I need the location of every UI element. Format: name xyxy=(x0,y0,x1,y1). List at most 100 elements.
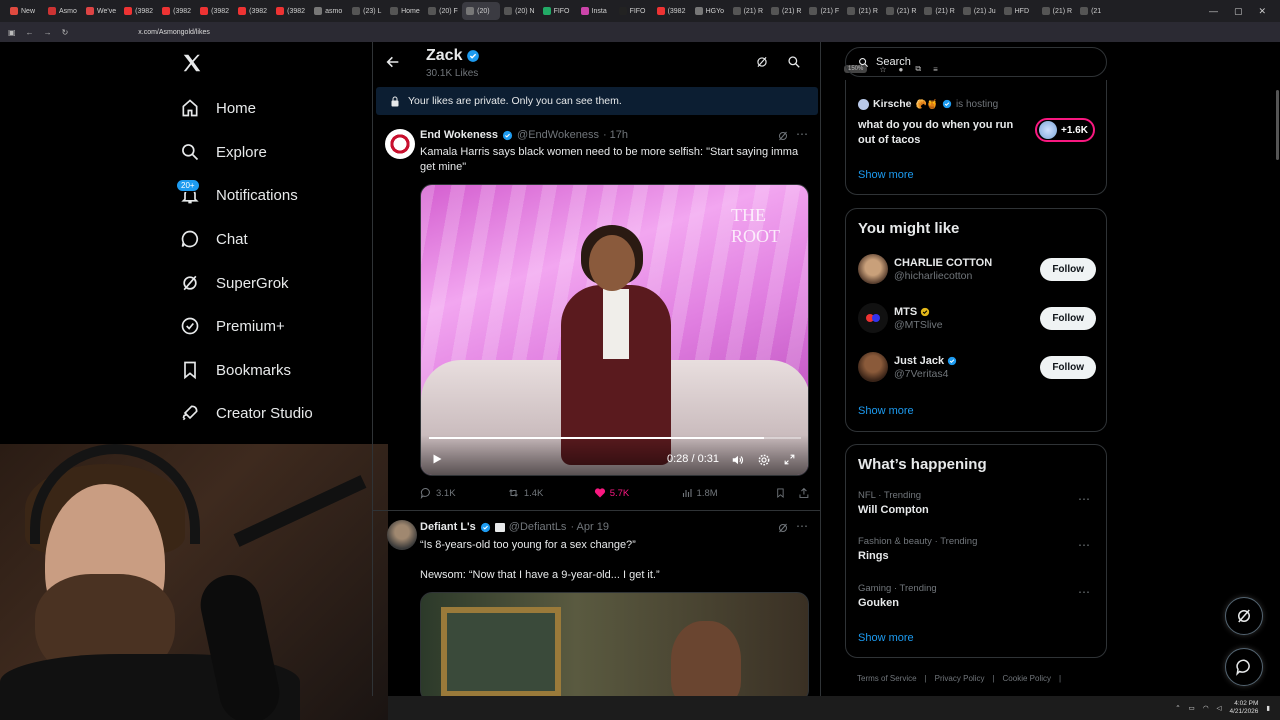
bookmark-icon[interactable] xyxy=(775,487,786,499)
space-title[interactable]: what do you do when you run out of tacos xyxy=(858,118,1028,148)
browser-tab[interactable]: (3982 xyxy=(272,2,310,20)
share-icon[interactable] xyxy=(798,487,810,499)
play-icon[interactable] xyxy=(431,453,443,465)
tweet-author-handle[interactable]: @DefiantLs xyxy=(509,521,567,533)
trend-item[interactable]: Fashion & beauty · Trending Rings ⋯ xyxy=(858,536,1096,562)
notification-icon[interactable]: ▮ xyxy=(1266,704,1270,712)
more-options-icon[interactable]: ⋯ xyxy=(796,519,808,533)
browser-tab[interactable]: (21) Ju xyxy=(959,2,1000,20)
nav-notifications[interactable]: 20+ Notifications xyxy=(176,179,298,208)
browser-tab[interactable]: (21) R xyxy=(729,2,767,20)
tweet-video[interactable]: THE ROOT 0:28 / 0:31 xyxy=(420,184,809,476)
wifi-icon[interactable]: ◠ xyxy=(1203,704,1209,712)
fullscreen-icon[interactable] xyxy=(783,453,796,466)
space-host-name[interactable]: Kirsche xyxy=(873,98,912,110)
suggested-user[interactable]: Just Jack @7Veritas4 Follow xyxy=(858,352,1096,382)
suggested-user[interactable]: MTS @MTSlive Follow xyxy=(858,303,1096,333)
speaker-icon[interactable]: ◁ xyxy=(1217,704,1222,712)
avatar[interactable] xyxy=(858,303,888,333)
like-button[interactable]: 5.7K xyxy=(594,487,681,499)
maximize-icon[interactable]: ▢ xyxy=(1234,6,1243,17)
suggested-user-name[interactable]: Just Jack xyxy=(894,355,957,367)
browser-tab[interactable]: Insta xyxy=(577,2,615,20)
live-space-card[interactable]: Kirsche 🥐🍯 is hosting what do you do whe… xyxy=(845,80,1107,195)
system-clock[interactable]: 4:02 PM 4/21/2026 xyxy=(1230,700,1259,716)
nav-chat[interactable]: Chat xyxy=(180,226,248,252)
browser-tab[interactable]: FIFO xyxy=(615,2,653,20)
nav-explore[interactable]: Explore xyxy=(180,139,267,165)
tweet-author-handle[interactable]: @EndWokeness xyxy=(517,129,599,141)
browser-tab[interactable]: (21) R xyxy=(1038,2,1076,20)
more-options-icon[interactable]: ⋯ xyxy=(1078,492,1090,506)
browser-tab[interactable]: (3982 xyxy=(196,2,234,20)
browser-tab[interactable]: (21) F xyxy=(805,2,843,20)
grok-icon[interactable] xyxy=(755,55,769,69)
sidebar-toggle-icon[interactable]: ▣ xyxy=(8,28,16,37)
browser-tab[interactable]: New xyxy=(6,2,44,20)
tweet-video[interactable] xyxy=(420,592,809,696)
avatar[interactable] xyxy=(387,520,417,550)
browser-tab[interactable]: We've xyxy=(82,2,120,20)
browser-tab[interactable]: HGYo xyxy=(691,2,729,20)
views-button[interactable]: 1.8M xyxy=(681,487,776,499)
video-progress-bar[interactable] xyxy=(429,437,801,439)
browser-tab[interactable]: (21) R xyxy=(882,2,920,20)
browser-tab[interactable]: (20) xyxy=(462,2,501,20)
terms-link[interactable]: Terms of Service xyxy=(857,674,917,683)
more-options-icon[interactable]: ⋯ xyxy=(1078,538,1090,552)
browser-tab[interactable]: (3982 xyxy=(158,2,196,20)
space-listeners-pill[interactable]: +1.6K xyxy=(1035,118,1095,142)
forward-arrow-icon[interactable]: → xyxy=(44,28,52,37)
scrollbar[interactable] xyxy=(1276,90,1279,160)
browser-tab[interactable]: HFD xyxy=(1000,2,1038,20)
minimize-icon[interactable]: — xyxy=(1209,6,1218,17)
privacy-link[interactable]: Privacy Policy xyxy=(935,674,985,683)
grok-icon[interactable] xyxy=(777,522,789,534)
avatar[interactable] xyxy=(385,129,415,159)
browser-tab[interactable]: Home xyxy=(386,2,424,20)
trend-item[interactable]: Gaming · Trending Gouken ⋯ xyxy=(858,583,1096,609)
tweet-author-name[interactable]: Defiant L's xyxy=(420,521,476,533)
browser-tab[interactable]: Asmo xyxy=(44,2,82,20)
browser-tab[interactable]: (21) R xyxy=(767,2,805,20)
browser-tab[interactable]: FIFO xyxy=(539,2,577,20)
nav-bookmarks[interactable]: Bookmarks xyxy=(180,357,291,383)
show-more-link[interactable]: Show more xyxy=(858,405,914,417)
url-field[interactable]: x.com/Asmongold/likes xyxy=(138,29,210,36)
repost-button[interactable]: 1.4K xyxy=(507,487,594,499)
suggested-user-name[interactable]: CHARLIE COTTON xyxy=(894,257,992,269)
browser-tab[interactable]: (21) R xyxy=(920,2,958,20)
browser-tab[interactable]: (20) N xyxy=(500,2,538,20)
grok-icon[interactable] xyxy=(777,130,789,142)
volume-icon[interactable] xyxy=(731,453,745,467)
avatar[interactable] xyxy=(858,352,888,382)
show-more-link[interactable]: Show more xyxy=(858,169,914,181)
browser-tab[interactable]: (20) F xyxy=(424,2,462,20)
nav-creator-studio[interactable]: Creator Studio xyxy=(180,400,313,426)
browser-tab[interactable]: (21) R xyxy=(843,2,881,20)
follow-button[interactable]: Follow xyxy=(1040,355,1096,379)
browser-tab[interactable]: (3982 xyxy=(653,2,691,20)
follow-button[interactable]: Follow xyxy=(1040,306,1096,330)
browser-tab[interactable]: (3982 xyxy=(120,2,158,20)
suggested-user[interactable]: CHARLIE COTTON @hicharliecotton Follow xyxy=(858,254,1096,284)
show-more-link[interactable]: Show more xyxy=(858,632,914,644)
search-input[interactable]: Search xyxy=(845,47,1107,77)
back-arrow-icon[interactable]: ← xyxy=(26,28,34,37)
cookie-link[interactable]: Cookie Policy xyxy=(1003,674,1051,683)
x-logo-icon[interactable] xyxy=(181,52,203,74)
grok-fab-button[interactable] xyxy=(1225,597,1263,635)
gear-icon[interactable] xyxy=(757,453,771,467)
tweet-author-name[interactable]: End Wokeness xyxy=(420,129,498,141)
browser-tab[interactable]: (3982 xyxy=(234,2,272,20)
nav-home[interactable]: Home xyxy=(180,95,256,121)
reload-icon[interactable]: ↻ xyxy=(62,28,69,37)
nav-premium[interactable]: Premium+ xyxy=(180,313,285,339)
suggested-user-name[interactable]: MTS xyxy=(894,306,943,318)
tweet-timestamp[interactable]: · 17h xyxy=(603,129,628,141)
more-options-icon[interactable]: ⋯ xyxy=(1078,585,1090,599)
avatar[interactable] xyxy=(858,254,888,284)
browser-tab[interactable]: (23) L xyxy=(348,2,386,20)
browser-tab[interactable]: (21 xyxy=(1076,2,1114,20)
tweet-timestamp[interactable]: · Apr 19 xyxy=(570,521,609,533)
